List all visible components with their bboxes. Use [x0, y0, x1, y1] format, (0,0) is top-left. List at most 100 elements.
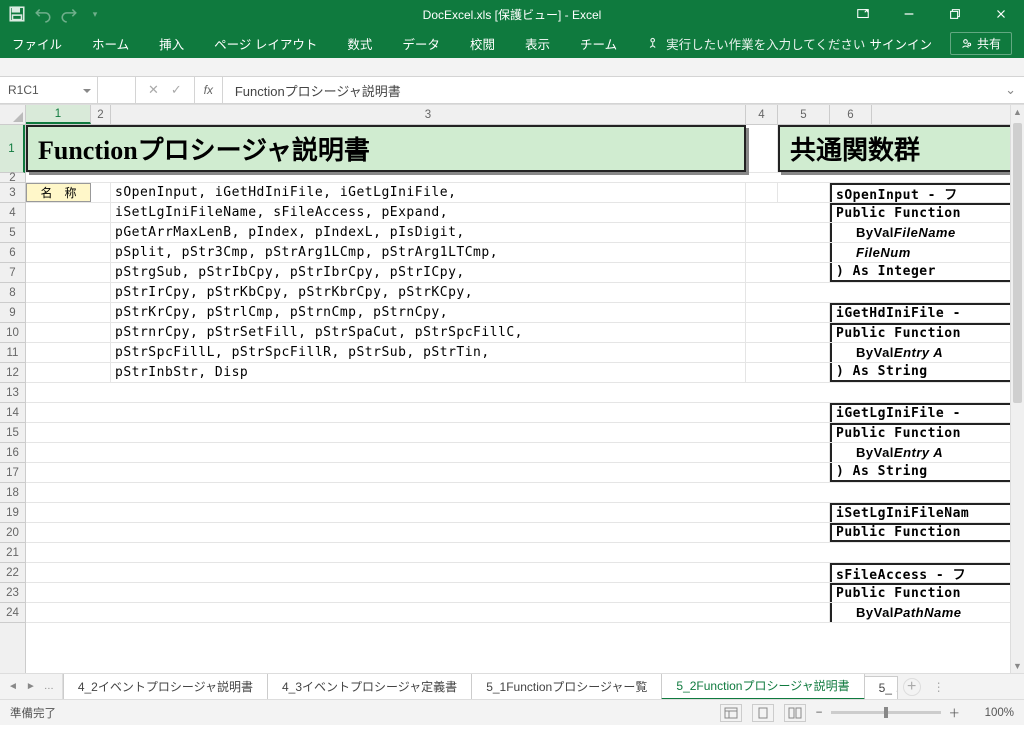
row-header[interactable]: 4 — [0, 203, 25, 223]
row-header-1[interactable]: 1 — [0, 125, 25, 173]
row-header[interactable]: 21 — [0, 543, 25, 563]
row-header[interactable]: 8 — [0, 283, 25, 303]
cell[interactable] — [26, 603, 830, 622]
zoom-in-button[interactable]: ＋ — [949, 705, 961, 721]
tell-me[interactable]: 実行したい作業を入力してください — [647, 34, 865, 53]
sheet-nav-ellipsis[interactable]: … — [44, 681, 54, 692]
row-header[interactable]: 9 — [0, 303, 25, 323]
redo-icon[interactable] — [60, 5, 78, 23]
side-line[interactable]: ) As String — [830, 363, 1024, 382]
tab-view[interactable]: 表示 — [525, 34, 550, 53]
cell[interactable] — [26, 223, 111, 242]
sheet-title-right[interactable]: 共通関数群 — [778, 125, 1024, 172]
side-head[interactable]: sOpenInput - フ — [830, 183, 1024, 202]
tab-insert[interactable]: 挿入 — [159, 34, 184, 53]
cell[interactable] — [26, 563, 830, 582]
sheet-title[interactable]: Functionプロシージャ説明書 — [26, 125, 746, 172]
side-line[interactable]: ByVal Entry A — [830, 443, 1024, 462]
tab-file[interactable]: ファイル — [12, 34, 62, 53]
col-header-3[interactable]: 3 — [111, 105, 746, 124]
cell[interactable] — [26, 283, 111, 302]
side-head[interactable]: iGetLgIniFile - — [830, 403, 1024, 422]
row-header[interactable]: 15 — [0, 423, 25, 443]
cell[interactable]: pStrIrCpy, pStrKbCpy, pStrKbrCpy, pStrKC… — [111, 283, 746, 302]
row-header[interactable]: 13 — [0, 383, 25, 403]
scroll-up-icon[interactable]: ▲ — [1011, 105, 1024, 119]
cell[interactable] — [26, 443, 830, 462]
cell[interactable] — [26, 343, 111, 362]
sheet-nav-first-icon[interactable]: ◄ — [8, 681, 18, 692]
row-header[interactable]: 5 — [0, 223, 25, 243]
sheet-tab[interactable]: 4_3イベントプロシージャ定義書 — [267, 674, 472, 699]
tab-pagelayout[interactable]: ページ レイアウト — [214, 34, 317, 53]
row-header[interactable]: 16 — [0, 443, 25, 463]
cell[interactable] — [746, 263, 830, 282]
side-line[interactable]: ) As Integer — [830, 263, 1024, 282]
cell[interactable] — [26, 303, 111, 322]
cell[interactable] — [746, 243, 830, 262]
side-line[interactable]: ByVal FileName — [830, 223, 1024, 242]
cell[interactable] — [91, 183, 111, 202]
cell[interactable] — [26, 263, 111, 282]
row-header-2[interactable]: 2 — [0, 173, 25, 183]
fx-icon[interactable]: fx — [195, 77, 223, 103]
cell[interactable] — [746, 125, 778, 172]
sheet-tab[interactable]: 4_2イベントプロシージャ説明書 — [63, 674, 268, 699]
name-box-dropdown[interactable] — [98, 77, 136, 103]
row-header[interactable]: 12 — [0, 363, 25, 383]
row-header[interactable]: 6 — [0, 243, 25, 263]
row-header[interactable]: 3 — [0, 183, 25, 203]
window-restore[interactable] — [932, 0, 978, 28]
col-header-2[interactable]: 2 — [91, 105, 111, 124]
sheet-tab[interactable]: 5_ … — [864, 676, 898, 699]
cell[interactable] — [26, 423, 830, 442]
row-header[interactable]: 23 — [0, 583, 25, 603]
cell[interactable]: pSplit, pStr3Cmp, pStrArg1LCmp, pStrArg1… — [111, 243, 746, 262]
scrollbar-thumb[interactable] — [1013, 123, 1022, 403]
cell[interactable]: pStrInbStr, Disp — [111, 363, 746, 382]
cell[interactable] — [746, 343, 830, 362]
zoom-slider[interactable] — [831, 711, 941, 714]
formula-expand-icon[interactable]: ⌄ — [1005, 82, 1016, 98]
side-line[interactable]: ByVal Entry A — [830, 343, 1024, 362]
cell[interactable]: iSetLgIniFileName, sFileAccess, pExpand, — [111, 203, 746, 222]
sheet-tabs-more-icon[interactable]: ⋮ — [927, 680, 951, 694]
cell[interactable]: pStrgSub, pStrIbCpy, pStrIbrCpy, pStrICp… — [111, 263, 746, 282]
sheet-tab[interactable]: 5_1Functionプロシージャー覧 — [471, 674, 662, 699]
cell[interactable] — [746, 223, 830, 242]
enter-icon[interactable]: ✓ — [171, 82, 182, 98]
cell[interactable] — [26, 403, 830, 422]
col-header-6[interactable]: 6 — [830, 105, 872, 124]
cell[interactable] — [746, 183, 778, 202]
sign-in[interactable]: サインイン — [869, 34, 932, 53]
view-page-layout-icon[interactable] — [752, 704, 774, 722]
cell[interactable] — [26, 243, 111, 262]
side-line[interactable]: ByVal PathName — [830, 603, 1024, 622]
formula-bar[interactable]: Functionプロシージャ説明書 ⌄ — [223, 77, 1024, 103]
row-header[interactable]: 17 — [0, 463, 25, 483]
view-page-break-icon[interactable] — [784, 704, 806, 722]
row-header[interactable]: 14 — [0, 403, 25, 423]
row-header[interactable]: 22 — [0, 563, 25, 583]
col-header-5[interactable]: 5 — [778, 105, 830, 124]
side-head[interactable]: iGetHdIniFile - — [830, 303, 1024, 322]
row-header[interactable]: 18 — [0, 483, 25, 503]
undo-icon[interactable] — [34, 5, 52, 23]
side-head[interactable]: sFileAccess - フ — [830, 563, 1024, 582]
cell[interactable] — [26, 363, 111, 382]
tab-formulas[interactable]: 数式 — [347, 34, 372, 53]
side-line[interactable]: Public Function — [830, 423, 1024, 442]
side-line[interactable]: Public Function — [830, 323, 1024, 342]
row-header[interactable]: 7 — [0, 263, 25, 283]
side-line[interactable]: FileNum — [830, 243, 1024, 262]
cell[interactable]: pStrKrCpy, pStrlCmp, pStrnCmp, pStrnCpy, — [111, 303, 746, 322]
side-line[interactable]: Public Function — [830, 523, 1024, 542]
zoom-out-button[interactable]: − — [816, 707, 823, 719]
new-sheet-button[interactable]: + — [903, 678, 921, 696]
name-box[interactable]: R1C1 — [0, 77, 98, 103]
cell[interactable]: sOpenInput, iGetHdIniFile, iGetLgIniFile… — [111, 183, 746, 202]
row-header[interactable]: 10 — [0, 323, 25, 343]
cell[interactable] — [26, 203, 111, 222]
side-head[interactable]: iSetLgIniFileNam — [830, 503, 1024, 522]
tab-data[interactable]: データ — [402, 34, 440, 53]
